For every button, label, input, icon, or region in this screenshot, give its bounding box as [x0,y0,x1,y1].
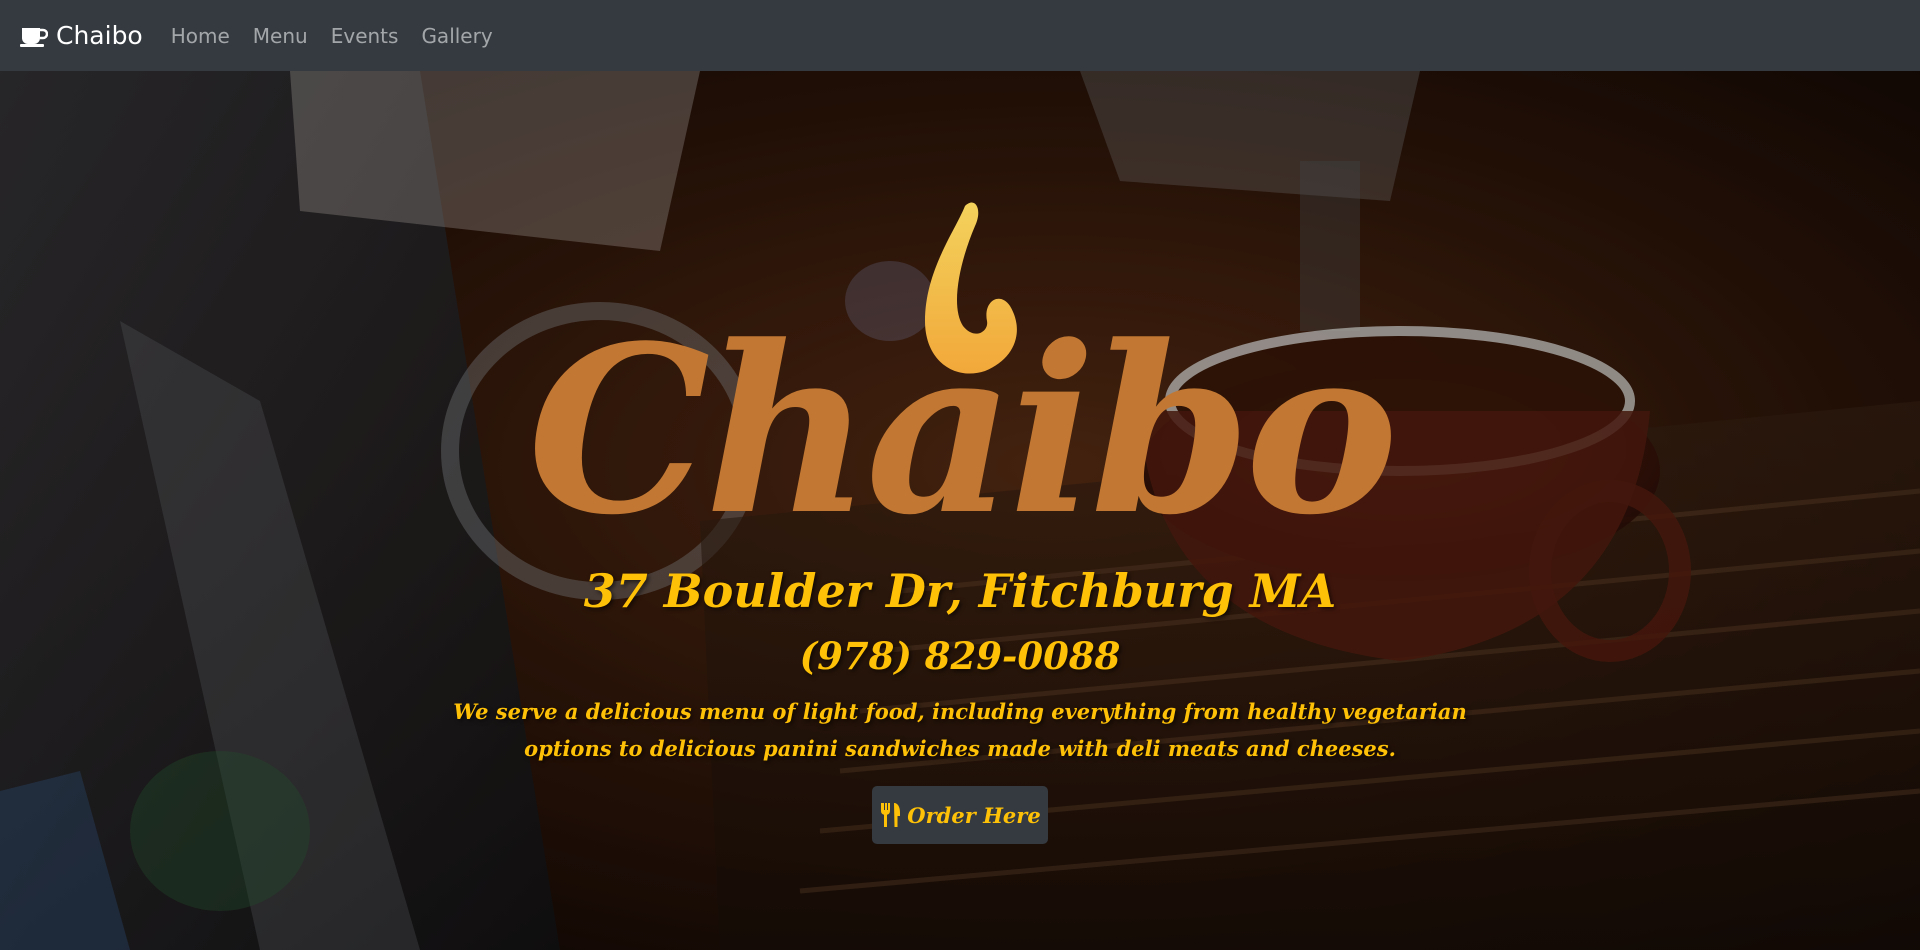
logo-wordmark: Chaibo [528,296,1393,551]
coffee-cup-icon [20,27,48,47]
brand-link[interactable]: Chaibo [20,21,143,50]
nav-link-events[interactable]: Events [331,24,399,48]
chaibo-logo: Chaibo [528,202,1398,551]
hero-section: Chaibo 37 Boulder Dr, Fitchburg MA (978)… [0,71,1920,950]
description-text: We serve a delicious menu of light food,… [453,699,1467,761]
phone-text: (978) 829-0088 [799,634,1121,678]
address-text: 37 Boulder Dr, Fitchburg MA [583,564,1337,618]
nav-link-menu[interactable]: Menu [253,24,308,48]
brand-name: Chaibo [56,21,143,50]
hero-content: Chaibo 37 Boulder Dr, Fitchburg MA (978)… [0,71,1920,950]
utensils-icon [881,803,901,827]
nav-link-home[interactable]: Home [171,24,230,48]
order-here-button[interactable]: Order Here [872,786,1048,844]
navbar: Chaibo Home Menu Events Gallery [0,0,1920,71]
nav-link-gallery[interactable]: Gallery [421,24,492,48]
order-here-label: Order Here [907,802,1041,828]
